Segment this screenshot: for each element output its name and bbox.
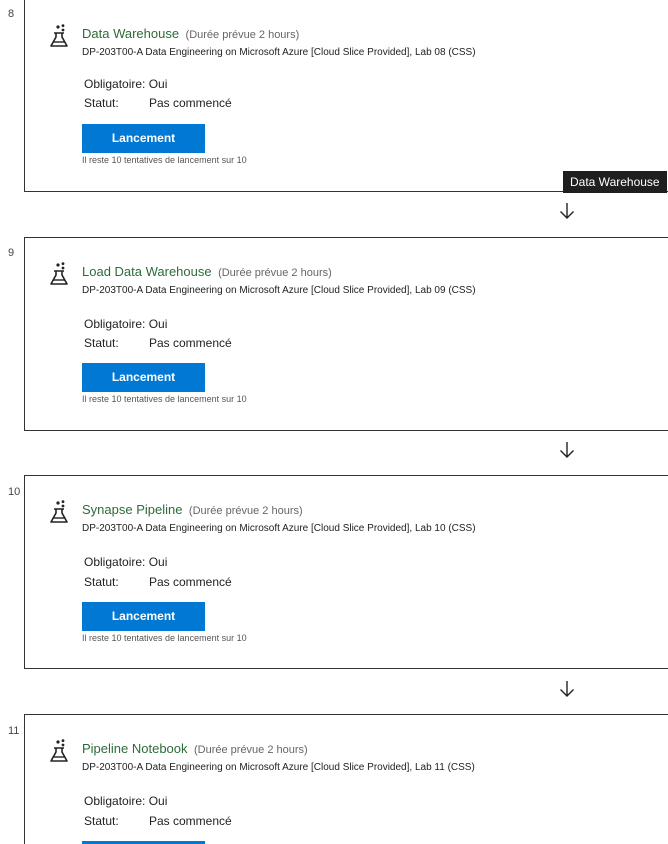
- lab-duration: (Durée prévue 2 hours): [188, 505, 303, 517]
- course-name: DP-203T00-A Data Engineering on Microsof…: [82, 762, 475, 773]
- tooltip: Data Warehouse: [563, 171, 667, 193]
- course-name: DP-203T00-A Data Engineering on Microsof…: [82, 523, 476, 534]
- lab-card: Data Warehouse (Durée prévue 2 hours) DP…: [24, 0, 668, 192]
- status-label: Statut:: [84, 96, 119, 110]
- launch-button[interactable]: Lancement: [82, 363, 205, 392]
- launch-button[interactable]: Lancement: [82, 602, 205, 631]
- status-label: Statut:: [84, 336, 119, 350]
- attempts-remaining: Il reste 10 tentatives de lancement sur …: [82, 633, 247, 643]
- required-label: Obligatoire:: [84, 317, 146, 331]
- lab-title[interactable]: Synapse Pipeline: [82, 502, 182, 517]
- lab-title-row: Pipeline Notebook (Durée prévue 2 hours): [82, 740, 308, 758]
- status-value: Pas commencé: [149, 336, 232, 350]
- required-label: Obligatoire:: [84, 77, 146, 91]
- flask-icon: [50, 24, 68, 47]
- status-value: Pas commencé: [149, 814, 232, 828]
- status-value: Pas commencé: [149, 575, 232, 589]
- required-value: Oui: [148, 794, 168, 808]
- flask-icon: [50, 500, 68, 523]
- course-name: DP-203T00-A Data Engineering on Microsof…: [82, 285, 476, 296]
- required-row: Obligatoire: Oui: [84, 77, 167, 91]
- attempts-remaining: Il reste 10 tentatives de lancement sur …: [82, 155, 247, 165]
- lab-duration: (Durée prévue 2 hours): [193, 744, 308, 756]
- lab-title-row: Load Data Warehouse (Durée prévue 2 hour…: [82, 263, 332, 281]
- lab-title-row: Synapse Pipeline (Durée prévue 2 hours): [82, 501, 303, 519]
- step-number: 9: [8, 247, 15, 259]
- lab-card: Load Data Warehouse (Durée prévue 2 hour…: [24, 237, 668, 431]
- required-row: Obligatoire: Oui: [84, 317, 167, 331]
- status-value: Pas commencé: [149, 96, 232, 110]
- required-label: Obligatoire:: [84, 794, 146, 808]
- lab-title[interactable]: Pipeline Notebook: [82, 741, 188, 756]
- lab-card: Synapse Pipeline (Durée prévue 2 hours) …: [24, 475, 668, 669]
- status-row: Statut: Pas commencé: [84, 575, 232, 589]
- required-value: Oui: [148, 555, 168, 569]
- lab-duration: (Durée prévue 2 hours): [185, 29, 300, 41]
- lab-title[interactable]: Data Warehouse: [82, 26, 179, 41]
- status-row: Statut: Pas commencé: [84, 336, 232, 350]
- flask-icon: [50, 262, 68, 285]
- required-value: Oui: [148, 317, 168, 331]
- required-value: Oui: [148, 77, 168, 91]
- required-row: Obligatoire: Oui: [84, 555, 167, 569]
- lab-duration: (Durée prévue 2 hours): [218, 267, 332, 279]
- step-number: 10: [8, 486, 21, 498]
- status-row: Statut: Pas commencé: [84, 96, 232, 110]
- flask-icon: [50, 739, 68, 762]
- status-label: Statut:: [84, 575, 119, 589]
- arrow-down-icon: [560, 681, 574, 697]
- course-name: DP-203T00-A Data Engineering on Microsof…: [82, 47, 476, 58]
- step-number: 11: [8, 725, 20, 737]
- required-label: Obligatoire:: [84, 555, 146, 569]
- lab-card: Pipeline Notebook (Durée prévue 2 hours)…: [24, 714, 668, 844]
- status-row: Statut: Pas commencé: [84, 814, 232, 828]
- status-label: Statut:: [84, 814, 119, 828]
- arrow-down-icon: [560, 442, 574, 458]
- launch-button[interactable]: Lancement: [82, 124, 205, 153]
- lab-title-row: Data Warehouse (Durée prévue 2 hours): [82, 25, 299, 43]
- arrow-down-icon: [560, 203, 574, 219]
- required-row: Obligatoire: Oui: [84, 794, 167, 808]
- lab-title[interactable]: Load Data Warehouse: [82, 264, 212, 279]
- lab-sequence-page: 8 Data Warehouse (Durée prévue 2 hours) …: [0, 0, 668, 844]
- step-number: 8: [8, 8, 15, 20]
- attempts-remaining: Il reste 10 tentatives de lancement sur …: [82, 394, 247, 404]
